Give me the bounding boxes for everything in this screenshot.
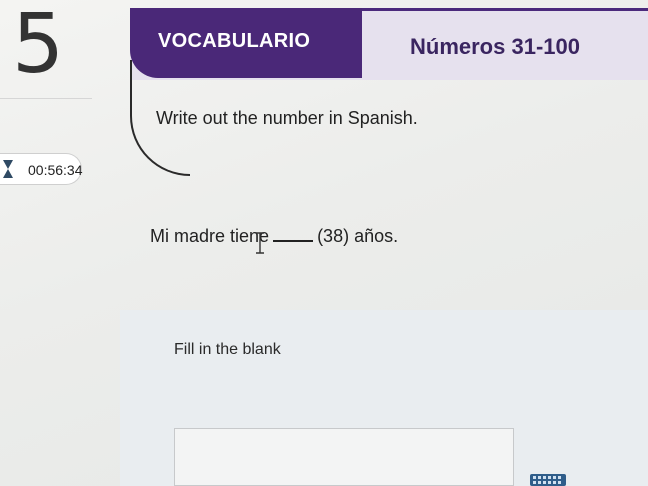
category-label: VOCABULARIO [158, 30, 311, 52]
answer-input[interactable] [174, 428, 514, 486]
blank-line [273, 240, 314, 242]
question-number: 5 [12, 0, 65, 92]
topic-title: Números 31-100 [410, 34, 580, 59]
sentence-after: (38) años. [317, 226, 399, 246]
text-cursor-icon [256, 232, 264, 254]
fill-in-label: Fill in the blank [174, 341, 281, 358]
keyboard-icon[interactable] [530, 474, 566, 486]
timer[interactable]: 00:56:34 [0, 153, 83, 185]
sentence-before: Mi madre tiene [150, 226, 270, 246]
instruction-text: Write out the number in Spanish. [156, 108, 418, 128]
question-sentence: Mi madre tiene (38) años. [150, 226, 398, 247]
hourglass-icon [3, 160, 13, 178]
left-divider [0, 98, 92, 99]
timer-readout: 00:56:34 [28, 162, 83, 178]
